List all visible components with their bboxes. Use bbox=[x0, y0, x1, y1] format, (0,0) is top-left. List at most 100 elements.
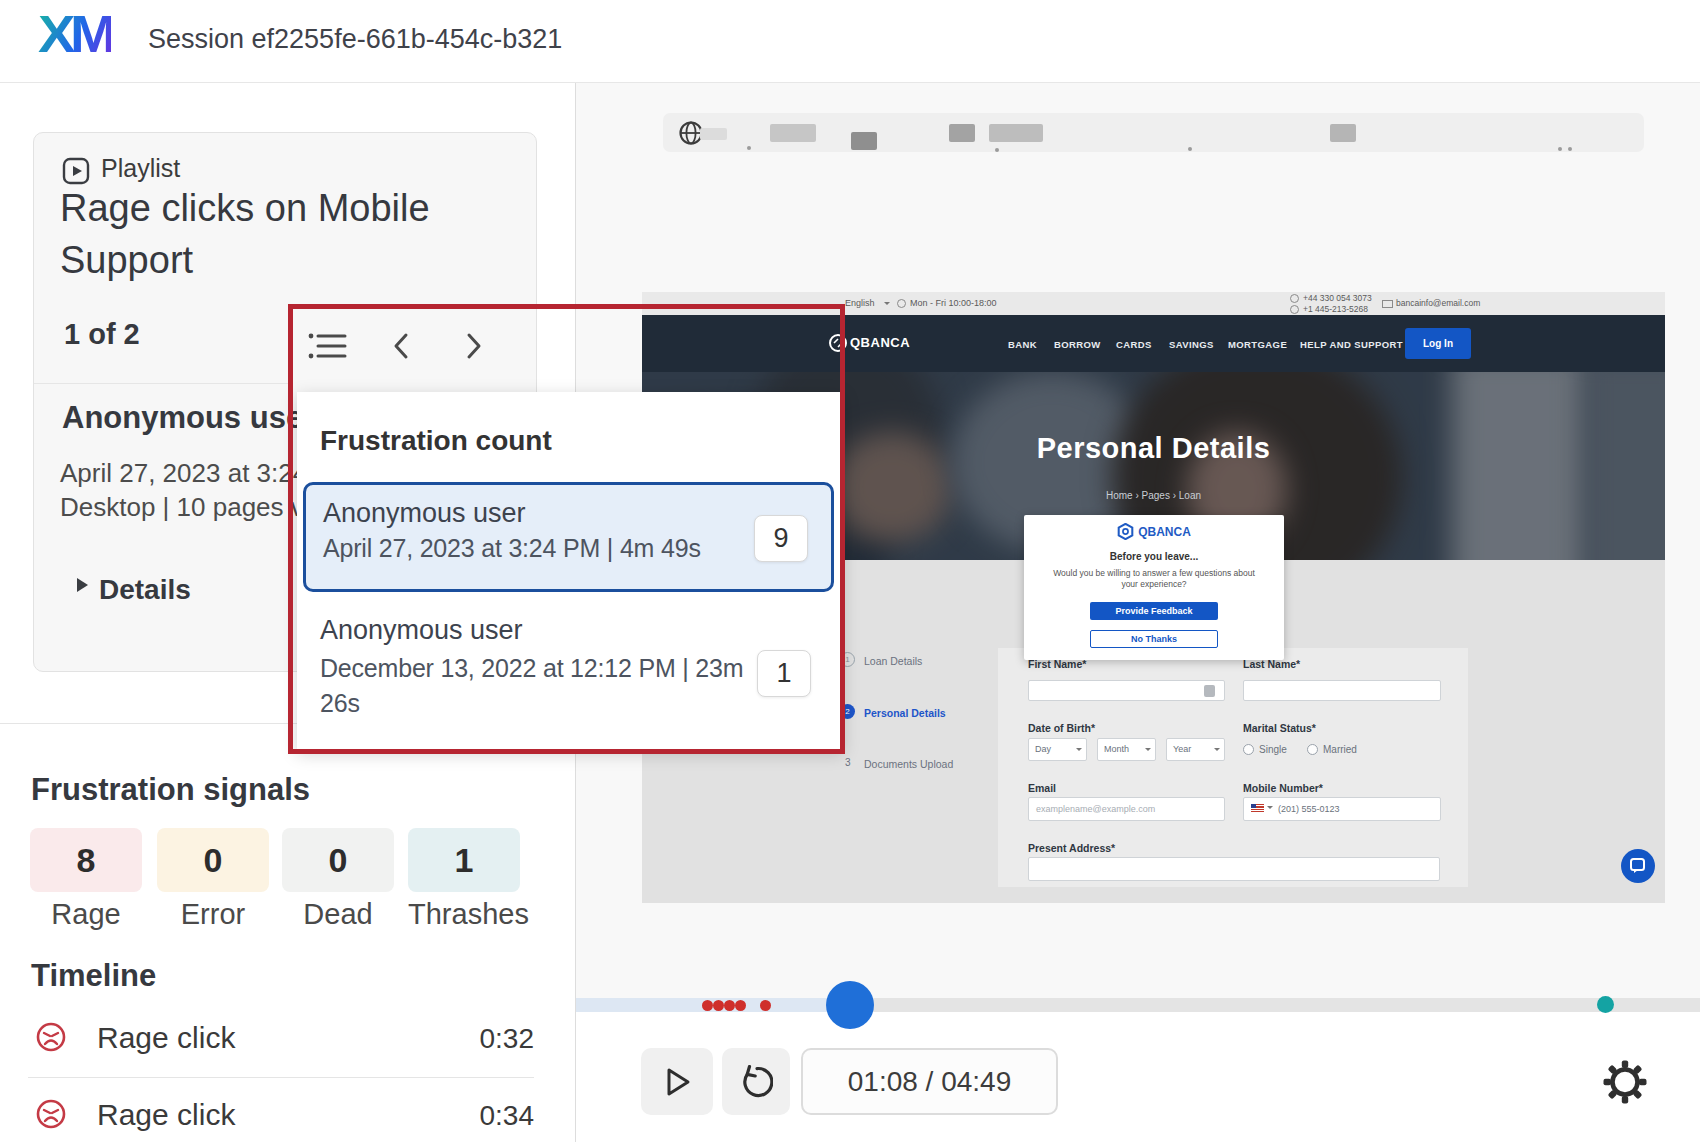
site-brand: QBANCA bbox=[850, 335, 910, 350]
player-time-display: 01:08 / 04:49 bbox=[801, 1048, 1058, 1115]
page-title: Session ef2255fe-661b-454c-b321 bbox=[148, 24, 562, 55]
breadcrumb-pages: Pages bbox=[1142, 490, 1170, 501]
site-nav-cards: CARDS bbox=[1116, 339, 1152, 350]
chat-bubble-button bbox=[1621, 849, 1655, 883]
mobile-placeholder: (201) 555-0123 bbox=[1278, 804, 1340, 814]
caret-down-icon bbox=[1214, 748, 1220, 751]
breadcrumb-separator: › bbox=[1173, 490, 1176, 501]
caret-down-icon bbox=[884, 302, 890, 305]
us-flag-canton bbox=[1251, 804, 1256, 808]
redacted-tab-block bbox=[989, 124, 1043, 142]
provide-feedback-button: Provide Feedback bbox=[1090, 602, 1218, 620]
thrash-event-marker[interactable] bbox=[1597, 996, 1614, 1013]
stat-error-label: Error bbox=[157, 898, 269, 931]
marital-status-label: Marital Status* bbox=[1243, 722, 1316, 734]
redacted-dot bbox=[747, 146, 751, 150]
playlist-video-icon bbox=[62, 157, 90, 185]
modal-title: Before you leave... bbox=[1024, 551, 1284, 562]
settings-gear-icon[interactable] bbox=[1602, 1059, 1648, 1105]
site-nav-help: HELP AND SUPPORT bbox=[1300, 339, 1403, 350]
address-input bbox=[1028, 857, 1440, 881]
married-label: Married bbox=[1323, 744, 1357, 755]
rage-click-icon bbox=[35, 1098, 67, 1130]
last-name-input bbox=[1243, 680, 1441, 701]
rage-event-marker[interactable] bbox=[735, 1000, 746, 1011]
single-radio bbox=[1243, 744, 1254, 755]
replay-icon bbox=[739, 1065, 773, 1099]
dob-year-value: Year bbox=[1173, 744, 1191, 754]
timeline-heading: Timeline bbox=[31, 958, 156, 994]
rage-event-marker[interactable] bbox=[713, 1000, 724, 1011]
step-2-label: Personal Details bbox=[864, 707, 946, 719]
mobile-input bbox=[1243, 797, 1441, 821]
address-label: Present Address* bbox=[1028, 842, 1115, 854]
xm-logo: XM bbox=[38, 4, 111, 64]
rage-event-marker[interactable] bbox=[760, 1000, 771, 1011]
step-3-indicator: 3 bbox=[845, 757, 851, 768]
card-separator bbox=[34, 383, 288, 384]
redacted-tab-block bbox=[700, 128, 727, 140]
modal-body: Would you be willing to answer a few que… bbox=[1044, 568, 1264, 590]
player-playhead[interactable] bbox=[826, 981, 874, 1029]
site-hours: Mon - Fri 10:00-18:00 bbox=[910, 298, 997, 308]
redacted-tab-block bbox=[770, 124, 816, 142]
caret-down-icon bbox=[1267, 806, 1273, 809]
phone-icon bbox=[1290, 305, 1299, 314]
timeline-event-label[interactable]: Rage click bbox=[97, 1021, 235, 1055]
dob-label: Date of Birth* bbox=[1028, 722, 1095, 734]
mail-icon bbox=[1382, 300, 1393, 308]
session-replay-app: XM Session ef2255fe-661b-454c-b321 Playl… bbox=[0, 0, 1700, 1142]
email-label: Email bbox=[1028, 782, 1056, 794]
site-nav-bank: BANK bbox=[1008, 339, 1037, 350]
married-radio bbox=[1307, 744, 1318, 755]
redacted-tab-block bbox=[949, 124, 975, 142]
no-thanks-button: No Thanks bbox=[1090, 630, 1218, 648]
site-nav-savings: SAVINGS bbox=[1169, 339, 1214, 350]
stat-error-value: 0 bbox=[157, 828, 269, 892]
playlist-title: Rage clicks on Mobile Support bbox=[60, 182, 510, 286]
step-1-label: Loan Details bbox=[864, 655, 922, 667]
site-language: English bbox=[845, 298, 875, 308]
us-flag-icon bbox=[1251, 804, 1264, 812]
chat-icon bbox=[1630, 858, 1646, 874]
site-exit-modal: QBANCA Before you leave... Would you be … bbox=[1024, 515, 1284, 660]
caret-down-icon bbox=[1076, 748, 1082, 751]
site-nav-mortgage: MORTGAGE bbox=[1228, 339, 1287, 350]
autofill-icon bbox=[1204, 685, 1215, 697]
redacted-dot bbox=[1568, 147, 1572, 151]
breadcrumb-home: Home bbox=[1106, 490, 1133, 501]
caret-down-icon bbox=[1145, 748, 1151, 751]
stat-dead-label: Dead bbox=[282, 898, 394, 931]
play-button[interactable] bbox=[641, 1048, 713, 1115]
breadcrumb-separator: › bbox=[1135, 490, 1138, 501]
details-toggle[interactable]: Details bbox=[99, 574, 191, 606]
email-placeholder: examplename@example.com bbox=[1036, 804, 1155, 814]
step-3-label: Documents Upload bbox=[864, 758, 953, 770]
annotation-highlight-box bbox=[288, 304, 845, 754]
rage-event-marker[interactable] bbox=[702, 1000, 713, 1011]
site-phone-1: +44 330 054 3073 bbox=[1303, 293, 1372, 303]
site-email: bancainfo@email.com bbox=[1396, 298, 1480, 308]
first-name-input bbox=[1028, 680, 1225, 701]
site-phone-2: +1 445-213-5268 bbox=[1303, 304, 1368, 314]
replay-button[interactable] bbox=[722, 1048, 790, 1115]
stat-thrashes-value: 1 bbox=[408, 828, 520, 892]
timeline-event-time: 0:34 bbox=[400, 1100, 534, 1132]
phone-icon bbox=[1290, 294, 1299, 303]
breadcrumb-loan: Loan bbox=[1179, 490, 1201, 501]
redacted-tab-block bbox=[1330, 124, 1356, 142]
timeline-event-label[interactable]: Rage click bbox=[97, 1098, 235, 1132]
rage-event-marker[interactable] bbox=[724, 1000, 735, 1011]
dob-month-value: Month bbox=[1104, 744, 1129, 754]
modal-brand-text: QBANCA bbox=[1138, 525, 1191, 539]
stat-dead-value: 0 bbox=[282, 828, 394, 892]
frustration-signals-heading: Frustration signals bbox=[31, 772, 310, 808]
playlist-position: 1 of 2 bbox=[64, 318, 140, 351]
stat-rage-value: 8 bbox=[30, 828, 142, 892]
timeline-event-time: 0:32 bbox=[400, 1023, 534, 1055]
mobile-label: Mobile Number* bbox=[1243, 782, 1323, 794]
clock-icon bbox=[897, 299, 906, 308]
modal-brand-icon bbox=[1117, 523, 1134, 540]
redacted-tab-block bbox=[851, 132, 877, 150]
stat-thrashes-label: Thrashes bbox=[408, 898, 520, 931]
